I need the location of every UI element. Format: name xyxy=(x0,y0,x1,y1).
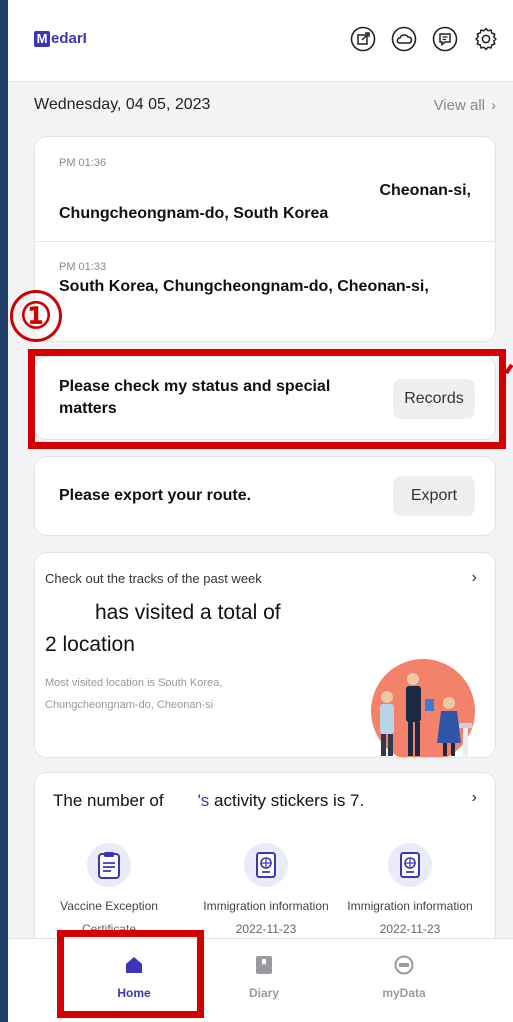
view-all-label: View all xyxy=(433,96,485,114)
logo-text: edarI xyxy=(51,30,87,47)
sticker-sub: 2022-11-23 xyxy=(235,922,297,936)
weekly-tracks-card[interactable]: Check out the tracks of the past week › … xyxy=(34,552,496,758)
tracks-most-visited-line2: Chungcheongnam-do, Cheonan-si xyxy=(45,699,214,711)
location-time: PM 01:36 xyxy=(59,157,107,169)
sticker-item[interactable]: Vaccine Exception Certificate xyxy=(39,843,179,936)
divider xyxy=(35,241,495,242)
mydata-icon xyxy=(394,955,414,975)
passport-icon xyxy=(244,843,288,887)
tracks-visited-text: has visited a total of xyxy=(95,601,281,624)
date-row: Wednesday, 04 05, 2023 View all › xyxy=(34,96,496,114)
bookmark-icon xyxy=(256,956,272,974)
highlight-box-home xyxy=(57,930,204,1018)
export-card-text: Please export your route. xyxy=(59,487,252,504)
chevron-right-icon: › xyxy=(491,96,496,114)
location-list-card: PM 01:36 Cheonan-si, Chungcheongnam-do, … xyxy=(34,136,496,342)
highlight-box-records xyxy=(28,349,506,449)
top-bar: M edarI xyxy=(8,0,513,82)
location-time: PM 01:33 xyxy=(59,261,107,273)
annotation-marker: ① xyxy=(10,290,62,342)
chevron-right-icon: › xyxy=(471,569,477,586)
clipboard-icon xyxy=(87,843,131,887)
location-address-line2: Chungcheongnam-do, South Korea xyxy=(59,205,329,222)
sticker-label: Vaccine Exception xyxy=(60,899,158,913)
tracks-location-count: 2 location xyxy=(45,633,135,656)
export-card: Please export your route. Export xyxy=(34,456,496,536)
stickers-title-prefix: The number of xyxy=(53,791,164,810)
passport-icon xyxy=(388,843,432,887)
cloud-icon[interactable] xyxy=(389,24,419,54)
location-address-line1: Cheonan-si, xyxy=(379,182,471,199)
nav-mydata[interactable]: myData xyxy=(344,955,464,1000)
share-icon[interactable] xyxy=(348,24,378,54)
stickers-title-suffix: activity stickers is 7. xyxy=(209,791,365,810)
location-address-line1: South Korea, Chungcheongnam-do, Cheonan-… xyxy=(59,278,429,295)
nav-diary[interactable]: Diary xyxy=(204,955,324,1000)
stickers-title: The number of 's activity stickers is 7. xyxy=(53,791,364,811)
sticker-sub: 2022-11-23 xyxy=(379,922,441,936)
location-item[interactable]: PM 01:36 Cheonan-si, Chungcheongnam-do, … xyxy=(35,157,495,225)
app-logo: M edarI xyxy=(34,30,87,47)
travel-illustration xyxy=(353,639,493,757)
nav-diary-label: Diary xyxy=(248,986,280,1000)
view-all-link[interactable]: View all › xyxy=(434,97,496,114)
logo-mark: M xyxy=(34,30,50,47)
stickers-title-possessive: 's xyxy=(197,791,210,810)
sticker-label: Immigration information xyxy=(347,899,473,913)
tracks-most-visited-line1: Most visited location is South Korea, xyxy=(45,677,223,689)
location-item[interactable]: PM 01:33 South Korea, Chungcheongnam-do,… xyxy=(35,261,495,298)
app-screen: M edarI Wednesday, 04 05, 2023 View all … xyxy=(8,0,513,1022)
top-actions xyxy=(348,24,501,54)
chevron-right-icon: › xyxy=(471,789,477,806)
message-icon[interactable] xyxy=(430,24,460,54)
gear-icon[interactable] xyxy=(471,24,501,54)
sticker-item[interactable]: Immigration information 2022-11-23 xyxy=(196,843,336,936)
date-label: Wednesday, 04 05, 2023 xyxy=(34,96,211,113)
sticker-item[interactable]: Immigration information 2022-11-23 xyxy=(340,843,480,936)
tracks-header: Check out the tracks of the past week xyxy=(45,571,262,586)
nav-mydata-label: myData xyxy=(382,986,426,1000)
sticker-label: Immigration information xyxy=(203,899,329,913)
export-button[interactable]: Export xyxy=(393,476,475,516)
